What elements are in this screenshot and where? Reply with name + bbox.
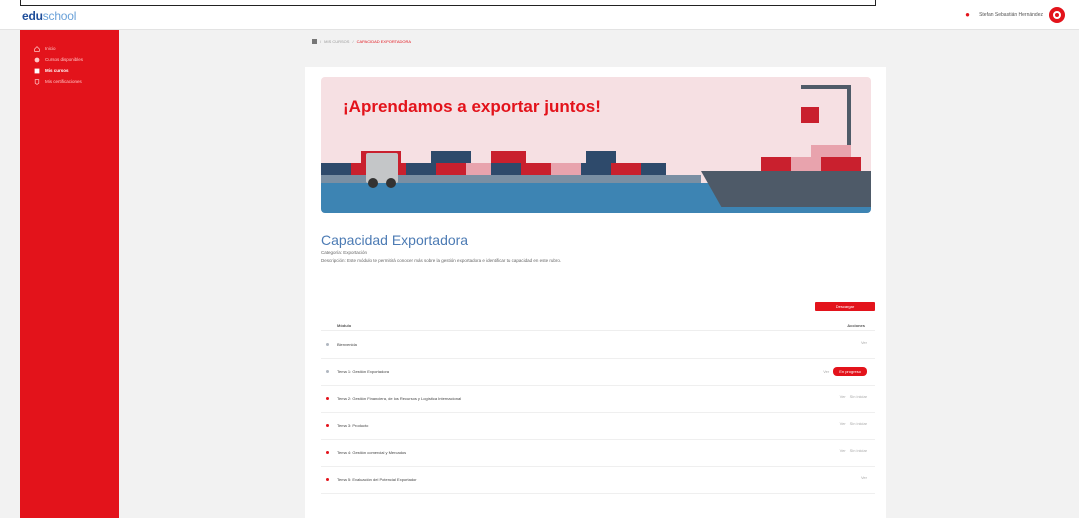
ship-illustration bbox=[701, 171, 871, 207]
status-dot bbox=[326, 343, 329, 346]
table-row[interactable]: Tema 3: Producto Ver Sin iniciar bbox=[321, 413, 875, 440]
view-button[interactable]: Ver bbox=[861, 340, 867, 345]
logo-text-a: edu bbox=[22, 9, 43, 23]
breadcrumb-section[interactable]: MIS CURSOS bbox=[324, 39, 349, 44]
sidebar-item-label: Cursos disponibles bbox=[45, 57, 84, 62]
column-header-actions: Acciones bbox=[847, 323, 865, 328]
avatar[interactable] bbox=[1049, 7, 1065, 23]
status-badge: Sin iniciar bbox=[849, 421, 867, 426]
status-dot bbox=[326, 424, 329, 427]
sidebar-item-label: Mis certificaciones bbox=[45, 79, 82, 84]
certificate-icon bbox=[34, 78, 40, 85]
view-button[interactable]: Ver bbox=[861, 475, 867, 480]
logo[interactable]: eduschool bbox=[22, 9, 76, 23]
module-name[interactable]: Tema 4: Gestión comercial y Mercados bbox=[337, 450, 406, 455]
status-dot bbox=[326, 451, 329, 454]
sidebar-item-label: Inicio bbox=[45, 46, 56, 51]
top-bar: eduschool ● Stefan Sebastián Hernández bbox=[0, 0, 1079, 30]
breadcrumb-current: CAPACIDAD EXPORTADORA bbox=[356, 39, 412, 44]
table-row[interactable]: Tema 2: Gestión Financiera, de los Recur… bbox=[321, 386, 875, 413]
table-row[interactable]: Tema 5: Evaluación del Potencial Exporta… bbox=[321, 467, 875, 494]
user-icon bbox=[1053, 11, 1061, 19]
module-name[interactable]: Tema 2: Gestión Financiera, de los Recur… bbox=[337, 396, 461, 401]
table-row[interactable]: Tema 1: Gestión Exportadora Ver En progr… bbox=[321, 359, 875, 386]
module-name[interactable]: Tema 5: Evaluación del Potencial Exporta… bbox=[337, 477, 417, 482]
status-badge: Sin iniciar bbox=[849, 448, 867, 453]
sidebar-item-mis-cursos[interactable]: Mis cursos bbox=[20, 65, 119, 76]
course-card: ¡Aprendamos a exportar juntos! Capacidad… bbox=[305, 67, 886, 518]
banner-title: ¡Aprendamos a exportar juntos! bbox=[343, 97, 601, 116]
home-icon[interactable] bbox=[312, 39, 317, 44]
column-header-module: Módulo bbox=[337, 323, 352, 328]
course-banner: ¡Aprendamos a exportar juntos! bbox=[321, 77, 871, 213]
status-badge: Sin iniciar bbox=[849, 394, 867, 399]
status-badge: En progreso bbox=[833, 367, 867, 376]
hanging-container-illustration bbox=[801, 107, 819, 123]
table-row[interactable]: Bienvenida Ver bbox=[321, 332, 875, 359]
module-name[interactable]: Tema 1: Gestión Exportadora bbox=[337, 369, 389, 374]
grid-icon bbox=[34, 57, 40, 62]
course-description: Descripción: Este módulo te permitirá co… bbox=[321, 258, 562, 263]
module-name[interactable]: Tema 3: Producto bbox=[337, 423, 368, 428]
sidebar-item-inicio[interactable]: Inicio bbox=[20, 43, 119, 54]
bell-icon[interactable]: ● bbox=[965, 11, 973, 19]
view-button[interactable]: Ver bbox=[840, 394, 846, 399]
view-button[interactable]: Ver bbox=[840, 421, 846, 426]
window-frame-line bbox=[20, 0, 876, 6]
forklift-illustration bbox=[366, 153, 398, 188]
download-button[interactable]: Descargar bbox=[815, 302, 875, 311]
breadcrumb: / MIS CURSOS / CAPACIDAD EXPORTADORA bbox=[312, 39, 411, 44]
course-title: Capacidad Exportadora bbox=[321, 232, 469, 248]
user-name[interactable]: Stefan Sebastián Hernández bbox=[979, 12, 1043, 18]
course-category: Categoría: Exportación bbox=[321, 250, 368, 255]
home-icon bbox=[34, 45, 40, 52]
sidebar-item-label: Mis cursos bbox=[45, 68, 69, 73]
status-dot bbox=[326, 478, 329, 481]
sidebar-item-cursos-disponibles[interactable]: Cursos disponibles bbox=[20, 54, 119, 65]
status-dot bbox=[326, 397, 329, 400]
view-button[interactable]: Ver bbox=[840, 448, 846, 453]
user-menu[interactable]: ● Stefan Sebastián Hernández bbox=[965, 7, 1065, 23]
logo-text-b: school bbox=[42, 9, 77, 23]
table-header: Módulo Acciones bbox=[321, 319, 875, 331]
module-table: Bienvenida Ver Tema 1: Gestión Exportado… bbox=[321, 332, 875, 494]
book-icon bbox=[34, 68, 40, 73]
view-button[interactable]: Ver bbox=[823, 369, 829, 374]
table-row[interactable]: Tema 4: Gestión comercial y Mercados Ver… bbox=[321, 440, 875, 467]
sidebar-item-mis-certificaciones[interactable]: Mis certificaciones bbox=[20, 76, 119, 87]
status-dot bbox=[326, 370, 329, 373]
module-name[interactable]: Bienvenida bbox=[337, 342, 357, 347]
sidebar: Inicio Cursos disponibles Mis cursos Mis… bbox=[20, 30, 119, 518]
